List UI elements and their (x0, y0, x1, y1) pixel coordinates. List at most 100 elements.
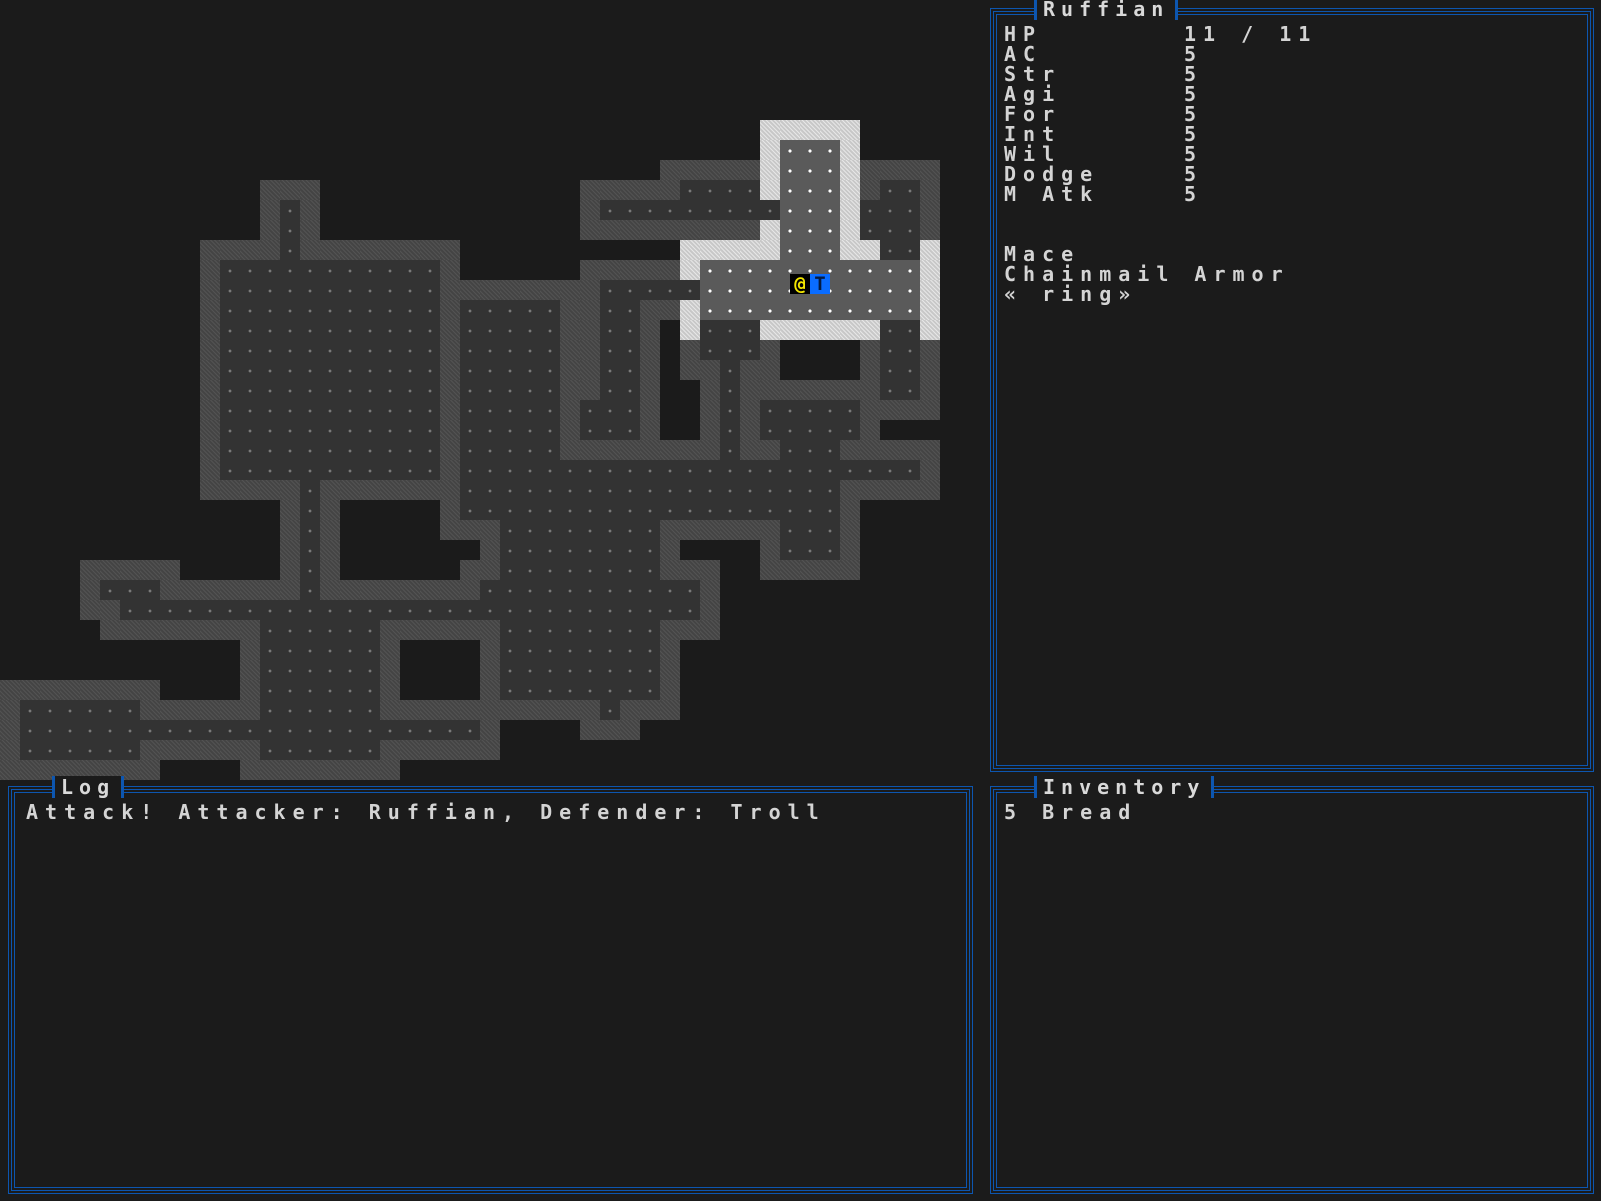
floor-tile[interactable] (300, 580, 320, 600)
floor-tile[interactable] (420, 720, 440, 740)
floor-tile[interactable] (360, 300, 380, 320)
floor-tile[interactable] (220, 300, 240, 320)
floor-tile[interactable] (180, 600, 200, 620)
floor-tile[interactable] (420, 360, 440, 380)
floor-tile[interactable] (540, 320, 560, 340)
floor-tile[interactable] (340, 600, 360, 620)
floor-tile[interactable] (700, 300, 720, 320)
floor-tile[interactable] (460, 720, 480, 740)
floor-tile[interactable] (260, 380, 280, 400)
floor-tile[interactable] (660, 600, 680, 620)
floor-tile[interactable] (380, 380, 400, 400)
floor-tile[interactable] (760, 400, 780, 420)
floor-tile[interactable] (480, 580, 500, 600)
floor-tile[interactable] (320, 420, 340, 440)
floor-tile[interactable] (280, 340, 300, 360)
floor-tile[interactable] (260, 700, 280, 720)
floor-tile[interactable] (240, 260, 260, 280)
floor-tile[interactable] (220, 400, 240, 420)
floor-tile[interactable] (120, 600, 140, 620)
floor-tile[interactable] (320, 460, 340, 480)
floor-tile[interactable] (360, 600, 380, 620)
floor-tile[interactable] (400, 320, 420, 340)
floor-tile[interactable] (640, 580, 660, 600)
floor-tile[interactable] (740, 500, 760, 520)
floor-tile[interactable] (620, 500, 640, 520)
floor-tile[interactable] (320, 700, 340, 720)
floor-tile[interactable] (240, 380, 260, 400)
floor-tile[interactable] (780, 540, 800, 560)
floor-tile[interactable] (300, 560, 320, 580)
floor-tile[interactable] (360, 660, 380, 680)
floor-tile[interactable] (800, 500, 820, 520)
floor-tile[interactable] (900, 460, 920, 480)
floor-tile[interactable] (820, 180, 840, 200)
floor-tile[interactable] (800, 200, 820, 220)
floor-tile[interactable] (280, 320, 300, 340)
floor-tile[interactable] (300, 400, 320, 420)
floor-tile[interactable] (780, 420, 800, 440)
floor-tile[interactable] (400, 460, 420, 480)
floor-tile[interactable] (860, 220, 880, 240)
floor-tile[interactable] (420, 440, 440, 460)
floor-tile[interactable] (540, 360, 560, 380)
floor-tile[interactable] (820, 460, 840, 480)
floor-tile[interactable] (640, 640, 660, 660)
floor-tile[interactable] (540, 440, 560, 460)
floor-tile[interactable] (580, 540, 600, 560)
floor-tile[interactable] (300, 600, 320, 620)
floor-tile[interactable] (40, 720, 60, 740)
floor-tile[interactable] (540, 540, 560, 560)
floor-tile[interactable] (460, 300, 480, 320)
floor-tile[interactable] (280, 400, 300, 420)
floor-tile[interactable] (320, 380, 340, 400)
floor-tile[interactable] (460, 400, 480, 420)
floor-tile[interactable] (560, 560, 580, 580)
floor-tile[interactable] (600, 480, 620, 500)
floor-tile[interactable] (420, 320, 440, 340)
troll-enemy[interactable]: T (810, 274, 830, 294)
floor-tile[interactable] (320, 320, 340, 340)
floor-tile[interactable] (300, 520, 320, 540)
floor-tile[interactable] (560, 600, 580, 620)
floor-tile[interactable] (320, 620, 340, 640)
floor-tile[interactable] (540, 340, 560, 360)
floor-tile[interactable] (300, 380, 320, 400)
floor-tile[interactable] (500, 640, 520, 660)
floor-tile[interactable] (40, 740, 60, 760)
floor-tile[interactable] (900, 200, 920, 220)
floor-tile[interactable] (220, 720, 240, 740)
floor-tile[interactable] (540, 400, 560, 420)
floor-tile[interactable] (580, 480, 600, 500)
floor-tile[interactable] (620, 480, 640, 500)
floor-tile[interactable] (120, 700, 140, 720)
floor-tile[interactable] (300, 300, 320, 320)
floor-tile[interactable] (480, 420, 500, 440)
floor-tile[interactable] (520, 600, 540, 620)
floor-tile[interactable] (400, 600, 420, 620)
floor-tile[interactable] (280, 200, 300, 220)
floor-tile[interactable] (600, 660, 620, 680)
floor-tile[interactable] (720, 460, 740, 480)
floor-tile[interactable] (720, 440, 740, 460)
floor-tile[interactable] (700, 260, 720, 280)
floor-tile[interactable] (620, 580, 640, 600)
floor-tile[interactable] (260, 340, 280, 360)
floor-tile[interactable] (880, 300, 900, 320)
floor-tile[interactable] (840, 260, 860, 280)
floor-tile[interactable] (380, 600, 400, 620)
floor-tile[interactable] (560, 660, 580, 680)
floor-tile[interactable] (900, 240, 920, 260)
floor-tile[interactable] (620, 300, 640, 320)
floor-tile[interactable] (720, 500, 740, 520)
floor-tile[interactable] (820, 300, 840, 320)
floor-tile[interactable] (600, 300, 620, 320)
floor-tile[interactable] (360, 320, 380, 340)
floor-tile[interactable] (260, 680, 280, 700)
floor-tile[interactable] (540, 520, 560, 540)
floor-tile[interactable] (720, 260, 740, 280)
floor-tile[interactable] (340, 720, 360, 740)
floor-tile[interactable] (360, 720, 380, 740)
floor-tile[interactable] (400, 420, 420, 440)
floor-tile[interactable] (820, 480, 840, 500)
